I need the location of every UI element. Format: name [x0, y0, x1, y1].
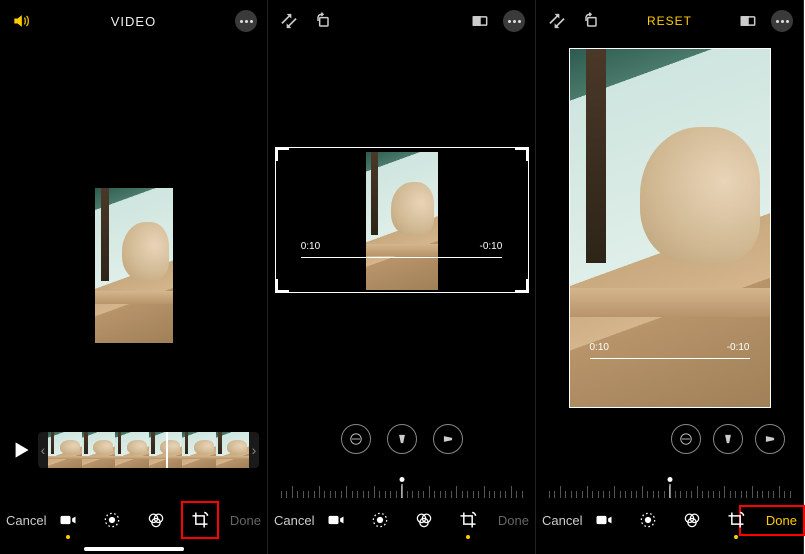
- vertical-perspective-button[interactable]: [387, 424, 417, 454]
- done-button[interactable]: Done: [479, 513, 529, 528]
- video-frame: [95, 188, 173, 343]
- video-frame: [570, 49, 770, 407]
- done-button[interactable]: Done: [211, 513, 261, 528]
- angle-ruler[interactable]: [278, 474, 525, 498]
- crop-tools-row: [268, 424, 535, 454]
- crop-tab-icon[interactable]: [189, 509, 211, 531]
- time-elapsed: 0:10: [590, 342, 609, 353]
- scrubber[interactable]: [590, 358, 750, 359]
- aspect-icon[interactable]: [469, 10, 491, 32]
- scrubber[interactable]: [301, 257, 503, 258]
- flip-icon[interactable]: [278, 10, 300, 32]
- rotate-icon[interactable]: [312, 10, 334, 32]
- playhead[interactable]: [166, 432, 168, 468]
- adjust-tab-icon[interactable]: [637, 509, 659, 531]
- filters-tab-icon[interactable]: [681, 509, 703, 531]
- film-strip[interactable]: ‹ ›: [38, 432, 259, 468]
- angle-ruler[interactable]: [546, 474, 793, 498]
- adjust-tab-icon[interactable]: [369, 509, 391, 531]
- editor-panel-2: 0:10 -0:10 Cancel: [268, 0, 536, 554]
- crop-preview[interactable]: 0:10 -0:10: [536, 45, 803, 410]
- bottom-bar: Cancel Done: [268, 498, 535, 542]
- adjust-tab-icon[interactable]: [101, 509, 123, 531]
- volume-icon[interactable]: [10, 10, 32, 32]
- trim-handle-right[interactable]: ›: [249, 432, 259, 468]
- crop-tab-icon[interactable]: [457, 509, 479, 531]
- horizontal-perspective-button[interactable]: [755, 424, 785, 454]
- video-tab-icon[interactable]: [325, 509, 347, 531]
- crop-tools-row: [536, 424, 803, 454]
- video-tab-icon[interactable]: [57, 509, 79, 531]
- cancel-button[interactable]: Cancel: [274, 513, 324, 528]
- straighten-button[interactable]: [671, 424, 701, 454]
- top-bar: RESET: [536, 0, 803, 42]
- straighten-button[interactable]: [341, 424, 371, 454]
- aspect-icon[interactable]: [737, 10, 759, 32]
- more-icon[interactable]: [771, 10, 793, 32]
- cancel-button[interactable]: Cancel: [542, 513, 592, 528]
- vertical-perspective-button[interactable]: [713, 424, 743, 454]
- mode-title: VIDEO: [111, 14, 156, 29]
- crop-tab-icon[interactable]: [725, 509, 747, 531]
- flip-icon[interactable]: [546, 10, 568, 32]
- filters-tab-icon[interactable]: [145, 509, 167, 531]
- more-icon[interactable]: [503, 10, 525, 32]
- time-remaining: -0:10: [727, 342, 750, 353]
- timeline: ‹ ›: [8, 430, 259, 470]
- more-icon[interactable]: [235, 10, 257, 32]
- play-button[interactable]: [8, 437, 34, 463]
- top-bar: [268, 0, 535, 42]
- top-bar: VIDEO: [0, 0, 267, 42]
- video-preview[interactable]: [0, 185, 267, 345]
- horizontal-perspective-button[interactable]: [433, 424, 463, 454]
- cancel-button[interactable]: Cancel: [6, 513, 56, 528]
- rotate-icon[interactable]: [580, 10, 602, 32]
- video-tab-icon[interactable]: [593, 509, 615, 531]
- crop-preview[interactable]: 0:10 -0:10: [268, 145, 535, 295]
- trim-handle-left[interactable]: ‹: [38, 432, 48, 468]
- editor-panel-1: VIDEO ‹ › Cancel: [0, 0, 268, 554]
- done-button[interactable]: Done: [747, 513, 797, 528]
- reset-button[interactable]: RESET: [647, 14, 692, 28]
- time-elapsed: 0:10: [301, 241, 320, 252]
- bottom-bar: Cancel Done: [536, 498, 803, 542]
- time-remaining: -0:10: [480, 241, 503, 252]
- video-frame: [366, 152, 438, 290]
- filters-tab-icon[interactable]: [413, 509, 435, 531]
- home-indicator: [84, 547, 184, 551]
- editor-panel-3: RESET 0:10 -0:10: [536, 0, 804, 554]
- bottom-bar: Cancel Done: [0, 498, 267, 542]
